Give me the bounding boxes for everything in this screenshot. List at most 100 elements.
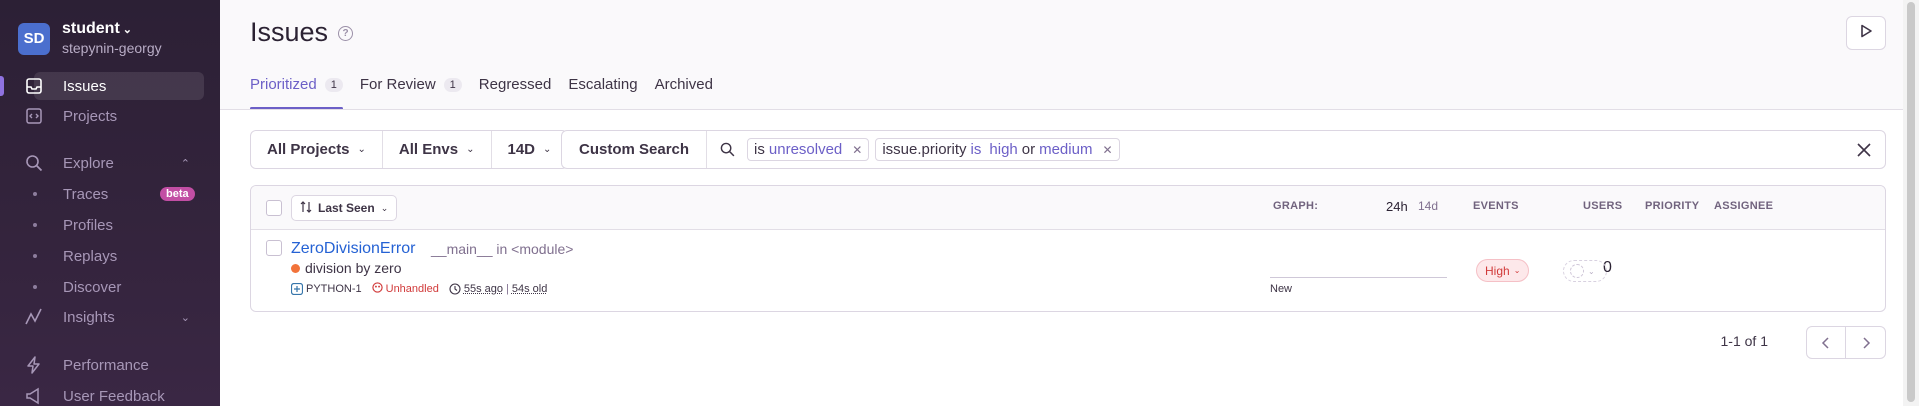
issue-title-link[interactable]: ZeroDivisionError	[291, 240, 415, 258]
unhandled-icon	[371, 282, 383, 296]
sidebar-item-traces[interactable]: Traces beta	[0, 182, 220, 206]
org-switcher[interactable]: SD student ⌄ stepynin-georgy	[18, 20, 162, 57]
priority-header: PRIORITY	[1645, 200, 1700, 212]
page-scrollbar[interactable]	[1903, 0, 1919, 406]
play-icon	[1859, 24, 1873, 43]
tab-archived[interactable]: Archived	[655, 76, 713, 110]
previous-page-button[interactable]	[1807, 327, 1846, 358]
page-title: Issues	[250, 17, 329, 47]
main-content: Issues ? Prioritized 1 For Review 1 Regr…	[220, 0, 1903, 406]
chevron-down-icon: ⌄	[1588, 266, 1595, 276]
tab-count: 1	[324, 78, 343, 92]
sidebar-item-performance[interactable]: Performance	[0, 351, 220, 379]
search-icon	[707, 131, 747, 168]
chevron-down-icon[interactable]: ⌄	[181, 311, 190, 324]
tab-label: Archived	[654, 76, 713, 93]
clock-icon	[449, 283, 461, 295]
play-button[interactable]	[1846, 16, 1886, 50]
sidebar-item-insights[interactable]: Insights ⌄	[0, 303, 220, 331]
sort-icon	[300, 200, 312, 216]
search-token-status[interactable]: is unresolved ✕	[747, 138, 870, 161]
sort-label: Last Seen	[318, 201, 375, 215]
sidebar-item-discover[interactable]: Discover	[0, 275, 220, 299]
sidebar-item-explore[interactable]: Explore ⌃	[0, 149, 220, 177]
level-indicator	[291, 263, 300, 273]
org-name: student	[62, 20, 120, 37]
issue-tabs: Prioritized 1 For Review 1 Regressed Esc…	[250, 76, 730, 110]
pagination	[1806, 326, 1886, 359]
sidebar-item-profiles[interactable]: Profiles	[0, 213, 220, 237]
search-icon	[24, 153, 44, 173]
row-checkbox[interactable]	[266, 240, 282, 256]
chevron-down-icon: ⌄	[466, 144, 475, 155]
close-icon[interactable]: ✕	[852, 143, 862, 157]
sidebar: SD student ⌄ stepynin-georgy Issues Proje…	[0, 0, 220, 406]
issues-table: Last Seen ⌄ GRAPH: 24h 14d EVENTS USERS …	[250, 185, 1886, 312]
table-header: Last Seen ⌄ GRAPH: 24h 14d EVENTS USERS …	[251, 186, 1885, 230]
lightning-icon	[24, 355, 44, 375]
select-all-checkbox[interactable]	[266, 200, 282, 216]
token-key: is	[754, 141, 765, 158]
filter-label: 14D	[507, 141, 536, 158]
help-icon[interactable]: ?	[338, 26, 353, 41]
chevron-down-icon: ⌄	[543, 144, 552, 155]
pagination-caption: 1-1 of 1	[1720, 333, 1768, 349]
org-user: stepynin-georgy	[62, 40, 162, 56]
sidebar-item-label: Performance	[63, 356, 149, 374]
last-seen[interactable]: 55s ago	[464, 283, 503, 295]
environment-filter[interactable]: All Envs ⌄	[383, 131, 492, 168]
issue-message: division by zero	[305, 260, 402, 276]
tab-label: Prioritized	[250, 76, 317, 93]
graph-label: New	[1270, 283, 1293, 295]
custom-search-button[interactable]: Custom Search	[562, 131, 708, 168]
tab-label: For Review	[359, 76, 436, 93]
assignee-header: ASSIGNEE	[1714, 200, 1774, 212]
priority-label: High	[1485, 263, 1510, 278]
first-seen[interactable]: 54s old	[512, 283, 547, 295]
assignee-selector[interactable]: ⌄	[1563, 260, 1607, 282]
search-token-priority[interactable]: issue.priority is high or medium ✕	[875, 138, 1120, 161]
sidebar-item-label: Projects	[63, 107, 118, 125]
sidebar-item-label: Explore	[63, 154, 114, 172]
graph-period-14d[interactable]: 14d	[1418, 199, 1438, 213]
short-id[interactable]: PYTHON-1	[306, 283, 362, 295]
page-filters: All Projects ⌄ All Envs ⌄ 14D ⌄	[250, 130, 569, 169]
token-conjunction: or	[1021, 141, 1036, 158]
divider: |	[506, 283, 509, 295]
sort-dropdown[interactable]: Last Seen ⌄	[291, 195, 398, 221]
chevron-right-icon	[1862, 336, 1870, 349]
scrollbar-thumb[interactable]	[1907, 2, 1915, 402]
org-avatar: SD	[18, 22, 50, 55]
python-icon	[290, 282, 304, 296]
next-page-button[interactable]	[1846, 327, 1885, 358]
active-indicator	[0, 76, 4, 96]
project-filter[interactable]: All Projects ⌄	[251, 131, 383, 168]
issue-meta: PYTHON-1 Unhandled 55s ago | 54s old	[290, 282, 547, 296]
tab-prioritized[interactable]: Prioritized 1	[250, 76, 343, 110]
sidebar-item-label: Insights	[63, 308, 115, 326]
tab-for-review[interactable]: For Review 1	[360, 76, 462, 110]
tab-regressed[interactable]: Regressed	[479, 76, 552, 110]
sidebar-item-user-feedback[interactable]: User Feedback	[0, 382, 220, 406]
date-range-filter[interactable]: 14D ⌄	[492, 131, 568, 168]
graph-header: GRAPH:	[1273, 200, 1319, 212]
chevron-up-icon[interactable]: ⌃	[181, 157, 190, 170]
sidebar-item-projects[interactable]: Projects	[0, 102, 220, 130]
sidebar-item-replays[interactable]: Replays	[0, 244, 220, 268]
tab-escalating[interactable]: Escalating	[568, 76, 637, 110]
close-icon[interactable]: ✕	[1102, 143, 1112, 157]
priority-dropdown[interactable]: High ⌄	[1476, 259, 1530, 282]
chevron-left-icon	[1821, 336, 1829, 349]
graph-period-24h[interactable]: 24h	[1386, 199, 1408, 214]
sidebar-item-issues[interactable]: Issues	[0, 72, 220, 100]
sidebar-item-label: Replays	[63, 247, 118, 265]
avatar-placeholder-icon	[1570, 264, 1584, 278]
events-header: EVENTS	[1473, 200, 1519, 212]
table-row[interactable]: ZeroDivisionError __main__ in <module> d…	[251, 230, 1885, 311]
token-value: unresolved	[768, 141, 843, 158]
beta-badge: beta	[160, 187, 195, 201]
token-key: issue.priority	[882, 141, 967, 158]
tab-count: 1	[443, 78, 462, 92]
clear-search-icon[interactable]	[1855, 141, 1873, 159]
token-operator: is	[970, 141, 982, 158]
